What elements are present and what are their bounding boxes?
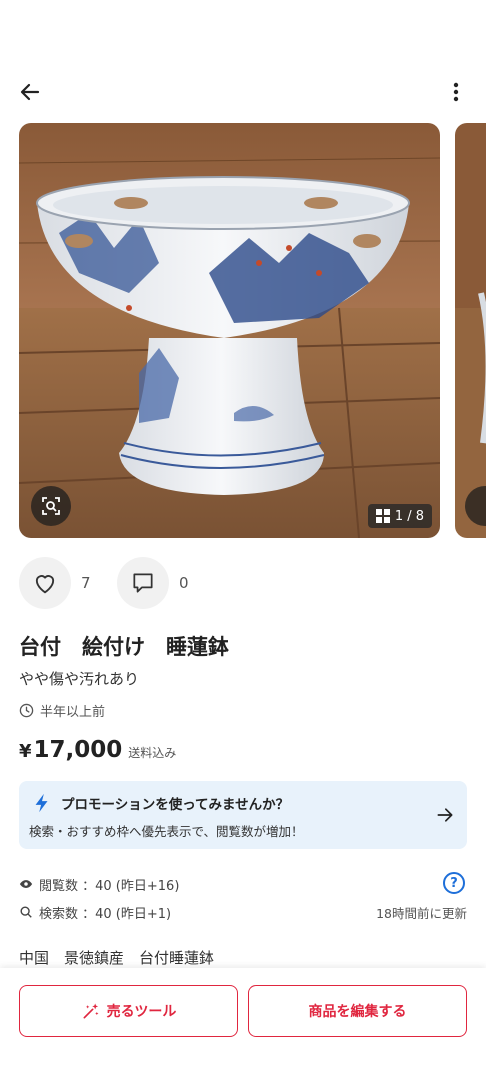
promotion-banner[interactable]: プロモーションを使ってみませんか？ 検索・おすすめ枠へ優先表示で、閲覧数が増加！	[19, 781, 467, 849]
searches-stat: 検索数 ：40 (昨日+1) 18時間前に更新	[19, 898, 467, 926]
engagement-row: 7 0	[19, 557, 207, 609]
views-text: 閲覧数 ：40 (昨日+16)	[39, 878, 180, 894]
back-button[interactable]	[14, 76, 46, 108]
searches-text: 検索数 ：40 (昨日+1)	[39, 906, 172, 922]
listed-time-text: 半年以上前	[40, 705, 106, 720]
item-price: 17,000	[33, 737, 123, 763]
photo-counter-text: 1 / 8	[394, 508, 424, 524]
image-search-button[interactable]	[31, 486, 71, 526]
edit-item-button[interactable]: 商品を編集する	[248, 985, 467, 1037]
next-photo-image	[455, 123, 486, 538]
listed-time: 半年以上前	[19, 701, 105, 720]
sell-tools-button[interactable]: 売るツール	[19, 985, 238, 1037]
help-button[interactable]: ?	[443, 872, 465, 894]
porcelain-bowl-image	[19, 123, 440, 538]
comment-button[interactable]	[117, 557, 169, 609]
comment-count: 0	[179, 574, 189, 592]
photo-counter[interactable]: 1 / 8	[367, 504, 432, 528]
image-search-icon	[42, 497, 60, 515]
like-button[interactable]	[19, 557, 71, 609]
promotion-subtitle: 検索・おすすめ枠へ優先表示で、閲覧数が増加！	[29, 824, 304, 839]
item-title: 台付 絵付け 睡蓮鉢	[19, 635, 229, 659]
product-photo[interactable]: 1 / 8	[19, 123, 440, 538]
like-count: 7	[81, 574, 91, 592]
edit-item-label: 商品を編集する	[308, 1004, 407, 1020]
bottom-action-bar: 売るツール 商品を編集する	[0, 968, 486, 1080]
eye-icon	[19, 877, 33, 891]
sparkle-wand-icon	[83, 1003, 99, 1019]
grid-icon	[375, 509, 390, 523]
heart-icon	[35, 575, 55, 594]
item-tags: 中国 景徳鎮産 台付睡蓮鉢	[19, 949, 215, 967]
next-photo-preview[interactable]	[455, 123, 486, 538]
clock-icon	[19, 703, 34, 718]
arrow-left-icon	[20, 83, 40, 101]
item-condition: やや傷や汚れあり	[19, 670, 140, 688]
photo-gallery[interactable]: 1 / 8	[19, 123, 486, 538]
listing-stats: 閲覧数 ：40 (昨日+16) ? 検索数 ：40 (昨日+1) 18時間前に更…	[19, 870, 467, 926]
currency-symbol: ¥	[19, 741, 32, 762]
views-stat: 閲覧数 ：40 (昨日+16) ?	[19, 870, 467, 898]
more-vertical-icon	[453, 82, 459, 102]
arrow-right-icon	[437, 808, 453, 822]
price-row: ¥ 17,000 送料込み	[19, 737, 176, 763]
updated-time: 18時間前に更新	[376, 905, 467, 921]
comment-icon	[133, 573, 153, 593]
search-icon	[19, 905, 33, 919]
more-menu-button[interactable]	[440, 76, 472, 108]
sell-tools-label: 売るツール	[106, 1004, 177, 1020]
top-bar	[0, 70, 486, 114]
shipping-note: 送料込み	[128, 746, 177, 760]
lightning-icon	[35, 793, 48, 813]
promotion-title: プロモーションを使ってみませんか？	[61, 797, 290, 813]
